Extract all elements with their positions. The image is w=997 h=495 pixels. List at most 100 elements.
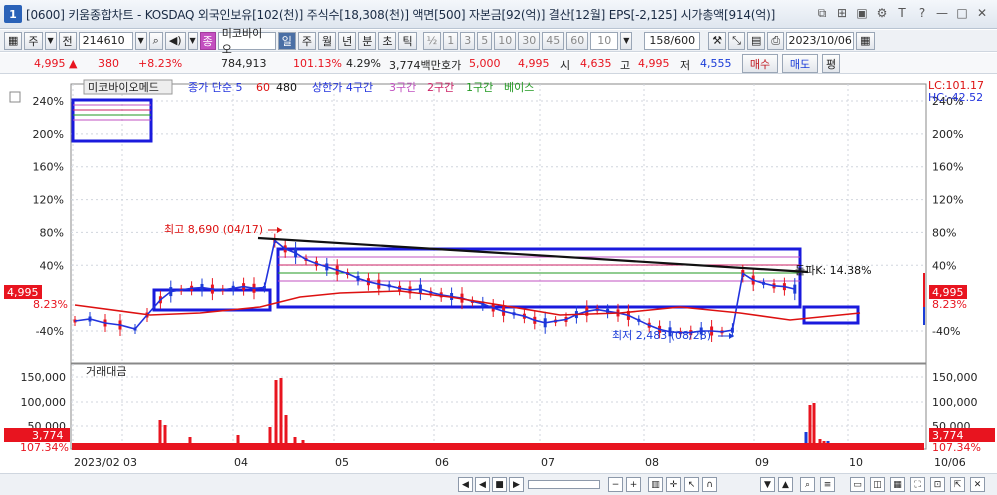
interval-10[interactable]: 10 [494, 31, 517, 50]
fit-icon[interactable]: ⊡ [930, 477, 945, 492]
search-icon[interactable]: ⌕ [148, 31, 163, 50]
copy-icon[interactable]: ▣ [855, 5, 869, 21]
chevron-down-icon[interactable]: ▼ [134, 31, 147, 50]
stock-code-input[interactable]: 214610 [78, 31, 133, 50]
interval-5[interactable]: 5 [477, 31, 493, 50]
interval-45[interactable]: 45 [542, 31, 565, 50]
settings-icon[interactable]: ⚙ [875, 5, 889, 21]
y-tick-label: 240% [33, 95, 64, 108]
y-tick-label: 150,000 [21, 371, 67, 384]
chevron-down-icon[interactable]: ▼ [620, 31, 633, 50]
volume-bar [163, 425, 167, 444]
up-arrow-icon: ▲ [69, 57, 78, 70]
volume-bar [812, 403, 816, 444]
date-field[interactable]: 2023/10/06 [786, 31, 855, 50]
magnet-icon[interactable]: ∩ [702, 477, 717, 492]
legend-ma480: 480 [276, 81, 297, 94]
open-label: 시 [560, 59, 571, 72]
y-tick-label: 200% [33, 128, 64, 141]
minimize-icon[interactable]: — [935, 5, 949, 21]
stock-name-field[interactable]: 미코바이오 [217, 27, 276, 56]
y-tick-label: 160% [33, 161, 64, 174]
legend-base: 베이스 [504, 81, 534, 94]
scroll-down-icon[interactable]: ▼ [760, 477, 775, 492]
split-icon[interactable]: ◫ [870, 477, 885, 492]
play-back-icon[interactable]: ◀ [475, 477, 490, 492]
tab-week[interactable]: 주 [297, 31, 316, 50]
tab-month[interactable]: 월 [317, 31, 337, 50]
maximize-icon[interactable]: □ [955, 5, 969, 21]
close-panel-icon[interactable]: ✕ [970, 477, 985, 492]
window-icon[interactable]: ▭ [850, 477, 865, 492]
price-change: 380 [98, 57, 119, 70]
all-market-button[interactable]: 전 [58, 31, 77, 50]
x-end-label: 10/06 [934, 456, 966, 469]
x-tick-label: 06 [435, 456, 449, 469]
calendar-icon[interactable]: ▦ [856, 31, 875, 50]
scroll-left-icon[interactable]: ◀ [458, 477, 473, 492]
restore-icon[interactable]: ⧉ [815, 5, 829, 21]
interval-1[interactable]: 1 [443, 31, 459, 50]
zoom-slider[interactable] [528, 480, 600, 489]
interval-3[interactable]: 3 [460, 31, 476, 50]
export-icon[interactable]: ⇱ [950, 477, 965, 492]
tab-second[interactable]: 초 [378, 31, 397, 50]
right-volume-pct: 107.34% [932, 441, 981, 454]
tab-minute[interactable]: 분 [358, 31, 377, 50]
quote-bar: 4,995 ▲ 380 +8.23% 784,913 101.13% 4.29%… [0, 53, 997, 74]
interval-30[interactable]: 30 [518, 31, 541, 50]
high-price: 4,995 [638, 57, 670, 70]
stock-category-chip: 종 [199, 31, 216, 50]
volume-bar [279, 378, 283, 444]
volume-bar [188, 437, 192, 444]
chevron-down-icon[interactable]: ▼ [187, 31, 198, 50]
x-tick-label: 03 [123, 456, 137, 469]
search-icon[interactable]: ⌕ [800, 477, 815, 492]
ask-label: 호가 [441, 59, 462, 72]
interval-60[interactable]: 60 [566, 31, 589, 50]
title-bar: 1 [0600] 키움종합차트 - KOSDAQ 외국인보유[102(천)] 주… [0, 0, 997, 29]
buy-button[interactable]: 매수 [742, 54, 778, 73]
y-tick-label: -40% [36, 325, 64, 338]
grid-view-icon[interactable]: ▦ [890, 477, 905, 492]
tab-tick[interactable]: 틱 [398, 31, 417, 50]
chevron-down-icon[interactable]: ▼ [44, 31, 57, 50]
scroll-up-icon[interactable]: ▲ [778, 477, 793, 492]
cursor-icon[interactable]: ↖ [684, 477, 699, 492]
open-price: 4,635 [580, 57, 612, 70]
crosshair-icon[interactable]: ✛ [666, 477, 681, 492]
trend-annotation: 돌파K: 14.38% [795, 264, 872, 277]
tab-year[interactable]: 년 [338, 31, 357, 50]
chart-area: 240% 200% 160% 120% 80% 40% -40% 150,000 100,000… [0, 75, 997, 473]
zoom-in-icon[interactable]: + [626, 477, 641, 492]
x-tick-label: 08 [645, 456, 659, 469]
print-icon[interactable]: ⎙ [767, 31, 785, 50]
grid-icon[interactable]: ▦ [4, 31, 23, 50]
y-tick-label: 80% [932, 226, 956, 239]
turnover-rate: 4.29% [346, 57, 381, 70]
volume-bar [804, 432, 808, 444]
volume: 784,913 [221, 57, 267, 70]
bar-count-field[interactable]: 158/600 [644, 31, 701, 50]
indicator-icon[interactable]: ⚒ [708, 31, 727, 50]
chart-type-icon[interactable]: ▥ [648, 477, 663, 492]
line-tool-icon[interactable]: ⤡ [728, 31, 745, 50]
close-icon[interactable]: ✕ [975, 5, 989, 21]
pin-icon[interactable]: ⊞ [835, 5, 849, 21]
sell-button[interactable]: 매도 [782, 54, 818, 73]
period-select[interactable]: 주 [24, 31, 43, 50]
interval-value-field[interactable]: 10 [590, 31, 619, 50]
average-button[interactable]: 평 [822, 54, 840, 73]
y-tick-label: 120% [932, 194, 963, 207]
play-icon[interactable]: ▶ [509, 477, 524, 492]
fullscreen-icon[interactable]: ⛶ [910, 477, 925, 492]
stop-icon[interactable]: ■ [492, 477, 507, 492]
text-icon[interactable]: T [895, 5, 909, 21]
tab-day[interactable]: 일 [277, 31, 296, 50]
help-icon[interactable]: ? [915, 5, 929, 21]
interval-half[interactable]: ½ [422, 31, 442, 50]
list-icon[interactable]: ≡ [820, 477, 835, 492]
speaker-icon[interactable]: ◀) [164, 31, 186, 50]
save-icon[interactable]: ▤ [746, 31, 766, 50]
zoom-out-icon[interactable]: − [608, 477, 623, 492]
